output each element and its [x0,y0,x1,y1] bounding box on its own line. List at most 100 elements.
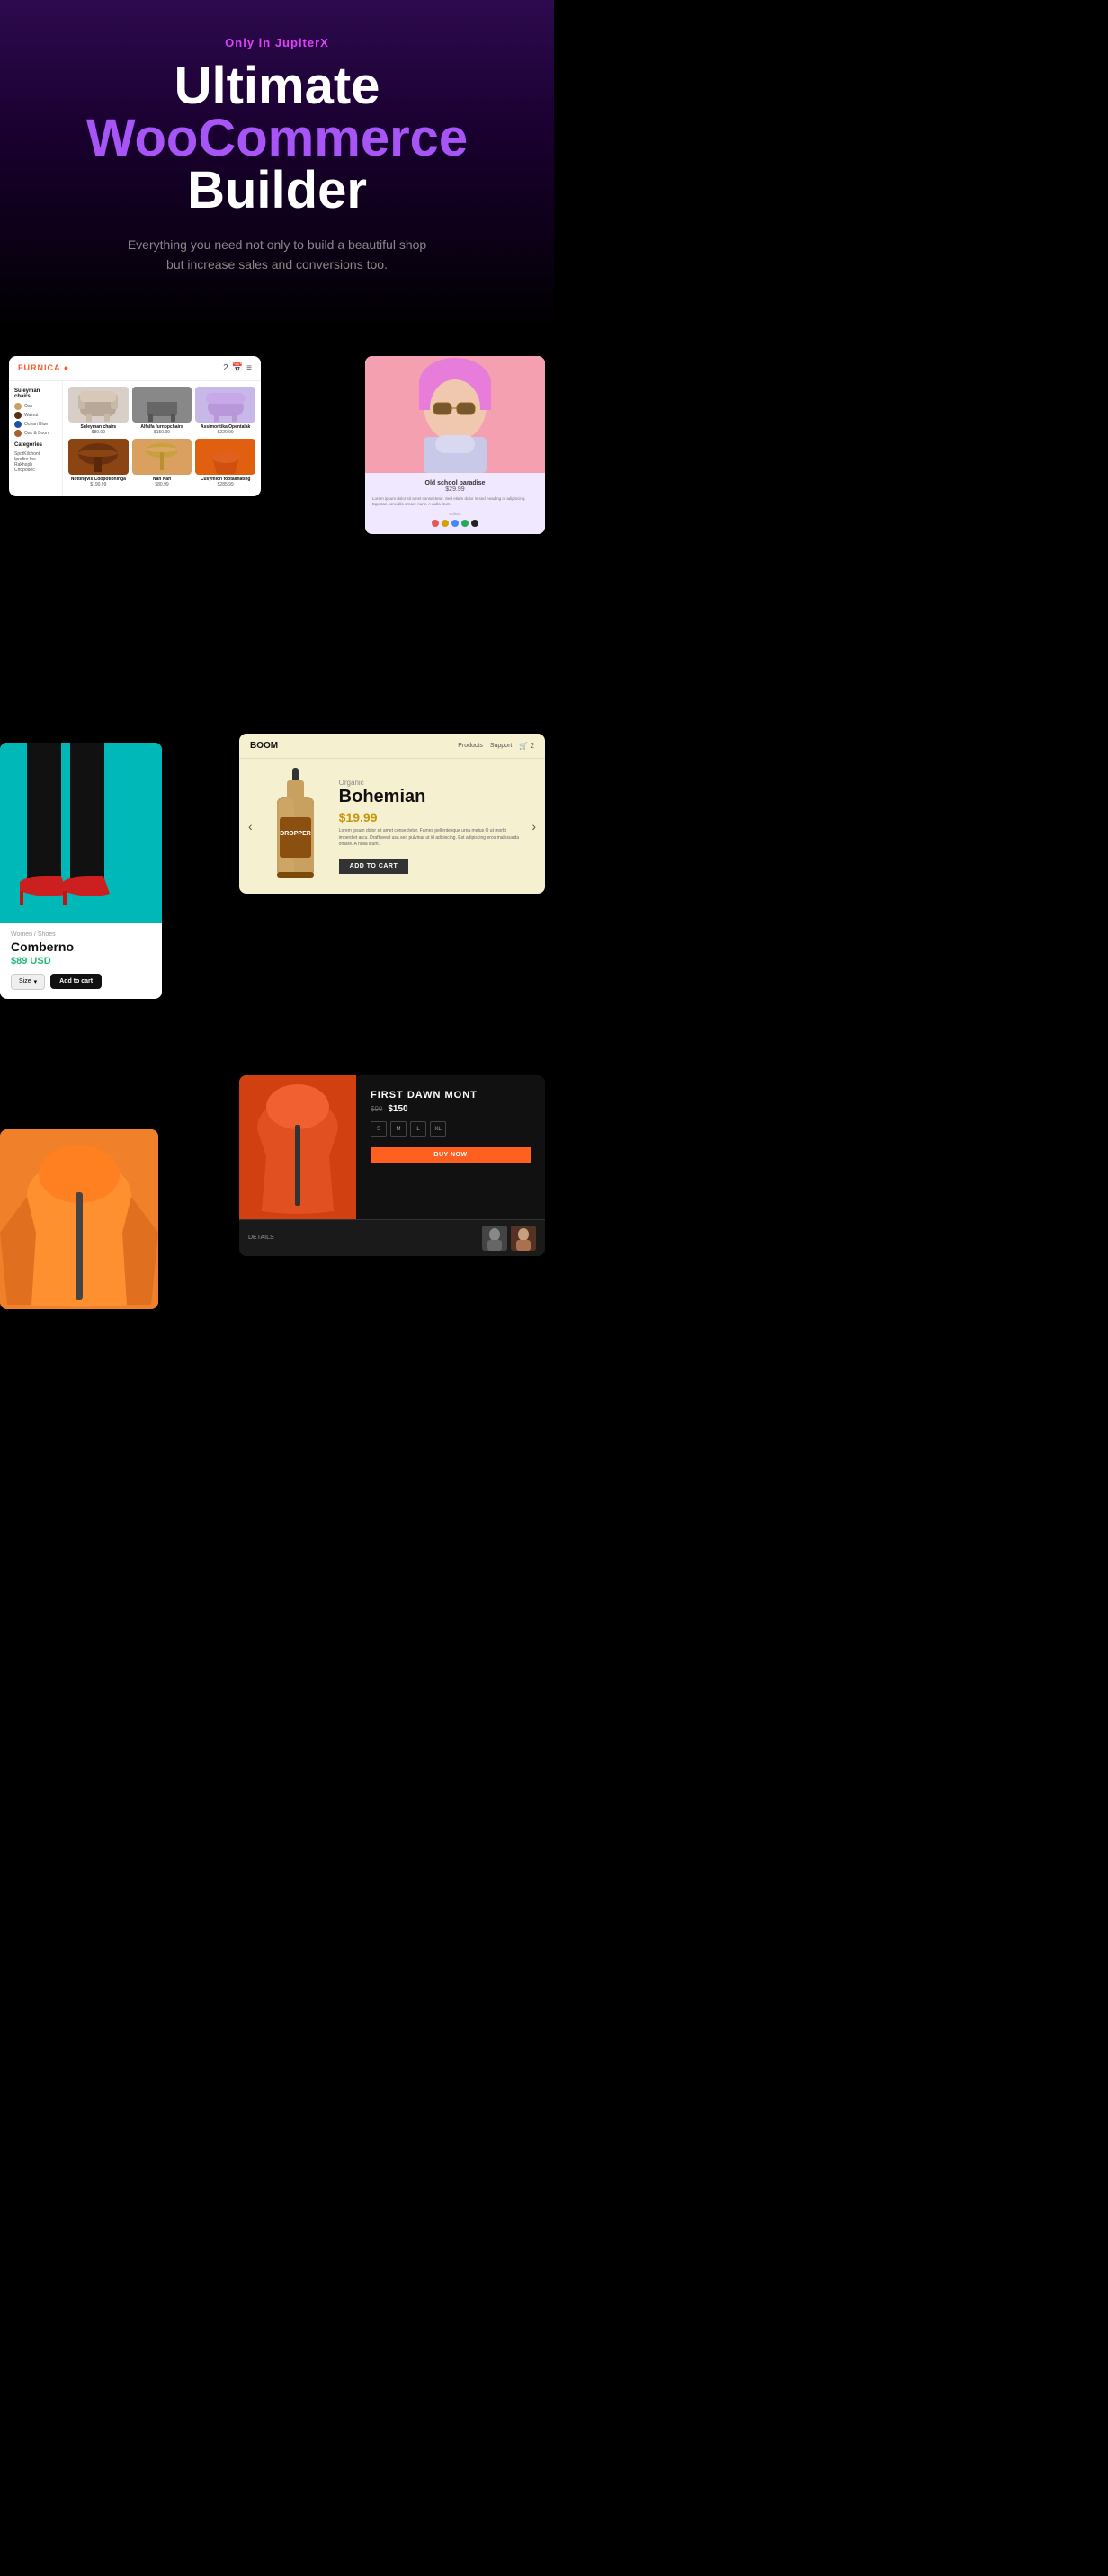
chair3-image [195,387,255,423]
color-dot-blue [14,421,22,428]
furniture-logo-text: FURNICA [18,363,60,372]
size-selector[interactable]: Size ▾ [11,974,45,990]
sunglasses-model-svg [365,356,545,473]
swatch-gold[interactable] [442,520,449,527]
jacket-bottom: DETAILS [239,1219,545,1256]
furniture-store-card: FURNICA ● 2 📅 ≡ Suleyman chairs Oak [9,356,261,496]
swatch-blue[interactable] [451,520,459,527]
chair2-svg [139,388,184,422]
row1: FURNICA ● 2 📅 ≡ Suleyman chairs Oak [0,338,554,716]
sunglasses-desc: Lorem ipsum dolor sit amet consectetur. … [372,496,538,508]
color-option-walnut: Walnut [14,412,57,419]
size-s[interactable]: S [371,1121,387,1137]
boom-logo: BOOM [250,741,278,751]
cat4: Chopodec [14,468,57,473]
sunglasses-info: Old school paradise $29.99 Lorem ipsum d… [365,473,545,535]
item6-name: Cusymion footalinating [195,477,255,482]
size-xl[interactable]: XL [430,1121,446,1137]
color-option-oak: Oak [14,403,57,410]
boom-nav-support[interactable]: Support [490,743,513,749]
jacket-top: FIRST DAWN MONT $90 $150 S M L XL BUY NO… [239,1075,545,1219]
hero-title-line3: Builder [18,165,536,217]
boom-nav-products[interactable]: Products [458,743,483,749]
jacket-details-row: DETAILS [248,1226,536,1251]
item2-price: $150.99 [132,430,192,435]
jacket-thumb-2 [511,1226,536,1251]
chair1-image [68,387,129,423]
hero-title: Ultimate WooCommerce Builder [18,60,536,217]
furniture-row2: Nottingvis Coopotioninga $190.99 [68,439,255,487]
color-label-oak: Oak [24,404,32,409]
chair2-image [132,387,192,423]
boom-body: ‹ DROPPER [239,759,545,894]
size-l[interactable]: L [410,1121,426,1137]
furniture-products-grid: Suleyman chairs $89.99 [63,381,261,496]
svg-text:DROPPER: DROPPER [280,831,311,837]
row3: FIRST DAWN MONT $90 $150 S M L XL BUY NO… [0,1057,554,1399]
boom-cart-icon[interactable]: 🛒 2 [519,742,534,750]
furniture-header: FURNICA ● 2 📅 ≡ [9,356,261,381]
sunglasses-photo [365,356,545,473]
boom-store-card: BOOM Products Support 🛒 2 ‹ [239,734,545,894]
jacket-old-price: $90 [371,1105,382,1113]
jacket-details-label: DETAILS [248,1235,274,1241]
boom-prev-arrow[interactable]: ‹ [248,819,253,833]
furniture-item-2: Alfalfa furnopchairs $150.99 [132,387,192,435]
boom-product-name: Bohemian [339,787,525,807]
jacket-thumb-1 [482,1226,507,1251]
furniture-item-3: Assimontika Opentalak $220.99 [195,387,255,435]
jacket-new-price: $150 [388,1104,407,1114]
swatch-black[interactable] [471,520,478,527]
shoes-actions: Size ▾ Add to cart [11,974,151,990]
hero-subtitle: Everything you need not only to build a … [124,235,430,275]
item5-price: $80.99 [132,482,192,487]
sunglasses-price: $29.99 [372,486,538,493]
boom-product-image: DROPPER [260,768,332,885]
boom-add-to-cart-button[interactable]: ADD TO CART [339,859,409,874]
screenshots-section: FURNICA ● 2 📅 ≡ Suleyman chairs Oak [0,329,554,1399]
furniture-nav-icons: 2 📅 ≡ [223,363,252,373]
thumb1-svg [482,1226,507,1251]
jacket-price-row: $90 $150 [371,1104,531,1114]
hero-section: Only in JupiterX Ultimate WooCommerce Bu… [0,0,554,329]
table1-image [68,439,129,475]
boom-product-price: $19.99 [339,810,525,824]
furniture-sidebar: Suleyman chairs Oak Walnut Ocean Blue [9,381,63,496]
chevron-down-icon: ▾ [34,978,38,985]
boom-header: BOOM Products Support 🛒 2 [239,734,545,759]
hero-title-line1: Ultimate [18,60,536,112]
jacket-standalone-svg [0,1129,158,1309]
jacket-svg [239,1075,356,1219]
furniture-body: Suleyman chairs Oak Walnut Ocean Blue [9,381,261,496]
shoes-info: Women / Shoes Comberno $89 USD Size ▾ Ad… [0,923,162,999]
shoes-svg [0,743,162,923]
add-to-cart-button[interactable]: Add to cart [50,974,102,989]
boom-nav: Products Support 🛒 2 [458,742,534,750]
hero-title-line2: WooCommerce [18,112,536,165]
furniture-item-5: Nah Nah $80.99 [132,439,192,487]
sunglasses-store-card: Old school paradise $29.99 Lorem ipsum d… [365,356,545,535]
vase1-svg [203,440,248,474]
furniture-item-6: Cusymion footalinating $285.99 [195,439,255,487]
size-m[interactable]: M [390,1121,407,1137]
swatch-green[interactable] [461,520,469,527]
table2-image [132,439,192,475]
boom-next-arrow[interactable]: › [532,819,536,833]
jacket-brand: FIRST DAWN MONT [371,1090,531,1101]
categories-section: Categories SpotKilchont Iprofire Inc Rak… [14,442,57,473]
chair3-svg [203,388,248,422]
swatch-red[interactable] [432,520,439,527]
furniture-item-4: Nottingvis Coopotioninga $190.99 [68,439,129,487]
shoes-photo [0,743,162,923]
color-dot-oakboom [14,430,22,437]
table1-svg [76,440,121,474]
color-dot-oak [14,403,22,410]
furniture-item-1: Suleyman chairs $89.99 [68,387,129,435]
item4-price: $190.99 [68,482,129,487]
categories-title: Categories [14,442,57,448]
jacket-standalone-image [0,1129,158,1309]
jacket-buy-button[interactable]: BUY NOW [371,1147,531,1163]
color-dot-walnut [14,412,22,419]
shoes-price: $89 USD [11,956,151,967]
hero-tagline: Only in JupiterX [18,36,536,49]
